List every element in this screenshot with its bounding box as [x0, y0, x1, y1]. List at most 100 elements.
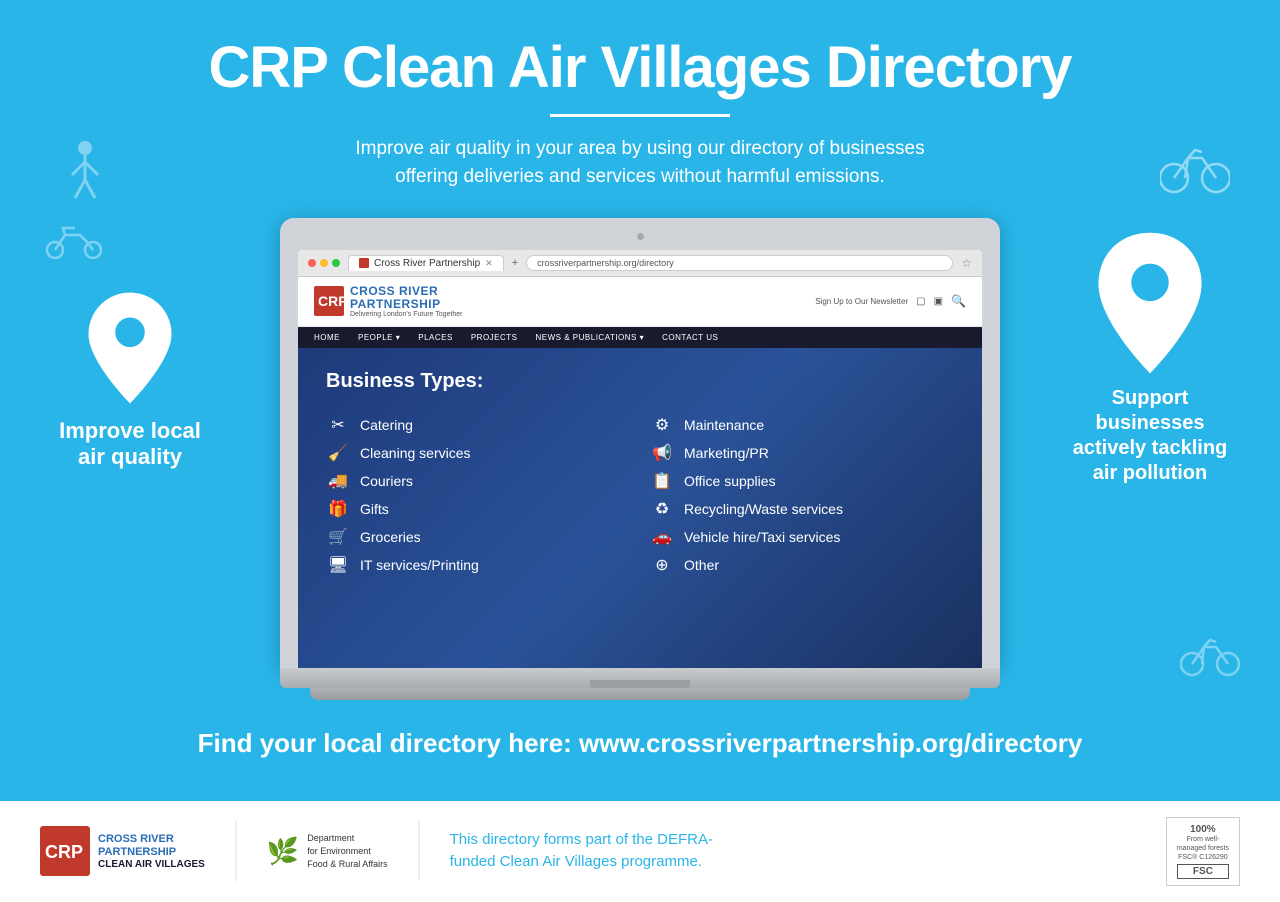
list-item[interactable]: ⚙ Maintenance: [650, 411, 954, 439]
footer-description: This directory forms part of the DEFRA- …: [450, 829, 1136, 874]
page-header: CRP Clean Air Villages Directory Improve…: [0, 0, 1280, 208]
groceries-label: Groceries: [360, 529, 421, 545]
catering-label: Catering: [360, 417, 413, 433]
gifts-icon: 🎁: [326, 499, 350, 519]
browser-bar: Cross River Partnership ✕ + crossriverpa…: [298, 250, 982, 277]
search-icon[interactable]: 🔍: [951, 294, 966, 308]
tab-close-icon[interactable]: ✕: [485, 258, 493, 269]
left-pin-section: Improve local air quality: [30, 288, 230, 471]
marketing-label: Marketing/PR: [684, 445, 769, 461]
couriers-icon: 🚚: [326, 471, 350, 491]
nav-people[interactable]: PEOPLE ▾: [358, 333, 400, 342]
business-column-right: ⚙ Maintenance 📢 Marketing/PR 📋 Office su: [650, 411, 954, 579]
list-item[interactable]: ♻ Recycling/Waste services: [650, 495, 954, 523]
footer-logo-text: CROSS RIVERPARTNERSHIP CLEAN AIR VILLAGE…: [98, 833, 205, 870]
laptop-container: Cross River Partnership ✕ + crossriverpa…: [230, 208, 1050, 710]
main-content: Improve local air quality: [0, 208, 1280, 710]
list-item[interactable]: 📋 Office supplies: [650, 467, 954, 495]
list-item[interactable]: ⊕ Other: [650, 551, 954, 579]
left-pin-text: Improve local air quality: [59, 418, 201, 471]
list-item[interactable]: ✂ Catering: [326, 411, 630, 439]
it-icon: 🖥: [326, 555, 350, 575]
gifts-label: Gifts: [360, 501, 389, 517]
business-grid: ✂ Catering 🧹 Cleaning services 🚚 Courier: [326, 411, 954, 579]
address-bar[interactable]: crossriverpartnership.org/directory: [526, 255, 953, 271]
find-url-text[interactable]: Find your local directory here: www.cros…: [40, 728, 1240, 759]
footer-divider-1: [235, 821, 237, 881]
tab-favicon-icon: [359, 258, 369, 268]
browser-content: Business Types: ✂ Catering 🧹 Cle: [298, 348, 982, 668]
crp-logo-icon: CRP: [314, 286, 344, 316]
footer: CRP CROSS RIVERPARTNERSHIP CLEAN AIR VIL…: [0, 801, 1280, 902]
business-types-title: Business Types:: [326, 370, 954, 393]
fsc-badge: 100% From well- managed forests FSC® C12…: [1166, 817, 1240, 886]
site-nav: HOME PEOPLE ▾ PLACES PROJECTS NEWS & PUB…: [298, 327, 982, 348]
list-item[interactable]: 🛒 Groceries: [326, 523, 630, 551]
site-logo: CRP CROSS RIVERPARTNERSHIP Delivering Lo…: [314, 285, 463, 318]
browser-tab[interactable]: Cross River Partnership ✕: [348, 255, 504, 271]
linkedin-icon[interactable]: ▣: [934, 296, 943, 307]
logo-main-text: CROSS RIVERPARTNERSHIP: [350, 285, 463, 311]
nav-contact[interactable]: CONTACT US: [662, 333, 718, 342]
bookmark-icon[interactable]: ☆: [961, 256, 972, 270]
cleaning-label: Cleaning services: [360, 445, 471, 461]
office-label: Office supplies: [684, 473, 776, 489]
groceries-icon: 🛒: [326, 527, 350, 547]
laptop-bottom-edge: [310, 688, 970, 700]
nav-projects[interactable]: PROJECTS: [471, 333, 518, 342]
marketing-icon: 📢: [650, 443, 674, 463]
minimize-dot[interactable]: [320, 259, 328, 267]
catering-icon: ✂: [326, 415, 350, 435]
header-subtitle: Improve air quality in your area by usin…: [80, 135, 1200, 192]
list-item[interactable]: 🖥 IT services/Printing: [326, 551, 630, 579]
logo-sub-text: Delivering London's Future Together: [350, 311, 463, 318]
list-item[interactable]: 📢 Marketing/PR: [650, 439, 954, 467]
close-dot[interactable]: [308, 259, 316, 267]
footer-divider-2: [418, 821, 420, 881]
svg-text:CRP: CRP: [318, 293, 344, 309]
newsletter-text: Sign Up to Our Newsletter: [815, 297, 908, 306]
right-pin-text: Support businesses actively tackling air…: [1073, 386, 1228, 486]
list-item[interactable]: 🎁 Gifts: [326, 495, 630, 523]
header-divider: [550, 114, 730, 117]
footer-crp-logo-icon: CRP: [40, 826, 90, 876]
couriers-label: Couriers: [360, 473, 413, 489]
nav-places[interactable]: PLACES: [418, 333, 453, 342]
logo-text: CROSS RIVERPARTNERSHIP Delivering London…: [350, 285, 463, 318]
tab-label: Cross River Partnership: [374, 258, 480, 269]
maintenance-icon: ⚙: [650, 415, 674, 435]
fsc-text: From well- managed forests FSC® C126290: [1177, 835, 1229, 862]
defra-text: Department for Environment Food & Rural …: [307, 832, 387, 870]
other-icon: ⊕: [650, 555, 674, 575]
bicycle-top-right-icon: [1160, 140, 1230, 200]
vehicle-label: Vehicle hire/Taxi services: [684, 529, 840, 545]
laptop-screen: Cross River Partnership ✕ + crossriverpa…: [298, 250, 982, 668]
fsc-percent: 100%: [1177, 824, 1229, 835]
walker-icon: [60, 140, 110, 215]
laptop-screen-outer: Cross River Partnership ✕ + crossriverpa…: [280, 218, 1000, 668]
site-header: CRP CROSS RIVERPARTNERSHIP Delivering Lo…: [298, 277, 982, 327]
office-icon: 📋: [650, 471, 674, 491]
cleaning-icon: 🧹: [326, 443, 350, 463]
nav-news[interactable]: NEWS & PUBLICATIONS ▾: [536, 333, 645, 342]
footer-logo-sub: CLEAN AIR VILLAGES: [98, 859, 205, 870]
right-pin-section: Support businesses actively tackling air…: [1050, 228, 1250, 486]
new-tab-icon[interactable]: +: [512, 257, 518, 269]
recycling-label: Recycling/Waste services: [684, 501, 843, 517]
page-title: CRP Clean Air Villages Directory: [80, 36, 1200, 100]
laptop-base: [280, 668, 1000, 688]
vehicle-icon: 🚗: [650, 527, 674, 547]
nav-home[interactable]: HOME: [314, 333, 340, 342]
left-location-pin-icon: [80, 288, 180, 408]
list-item[interactable]: 🚚 Couriers: [326, 467, 630, 495]
facebook-icon[interactable]: ▢: [916, 296, 925, 307]
list-item[interactable]: 🚗 Vehicle hire/Taxi services: [650, 523, 954, 551]
other-label: Other: [684, 557, 719, 573]
svg-text:CRP: CRP: [45, 842, 83, 862]
it-label: IT services/Printing: [360, 557, 479, 573]
recycling-icon: ♻: [650, 499, 674, 519]
maximize-dot[interactable]: [332, 259, 340, 267]
maintenance-label: Maintenance: [684, 417, 764, 433]
list-item[interactable]: 🧹 Cleaning services: [326, 439, 630, 467]
fsc-logo-text: FSC: [1177, 864, 1229, 879]
